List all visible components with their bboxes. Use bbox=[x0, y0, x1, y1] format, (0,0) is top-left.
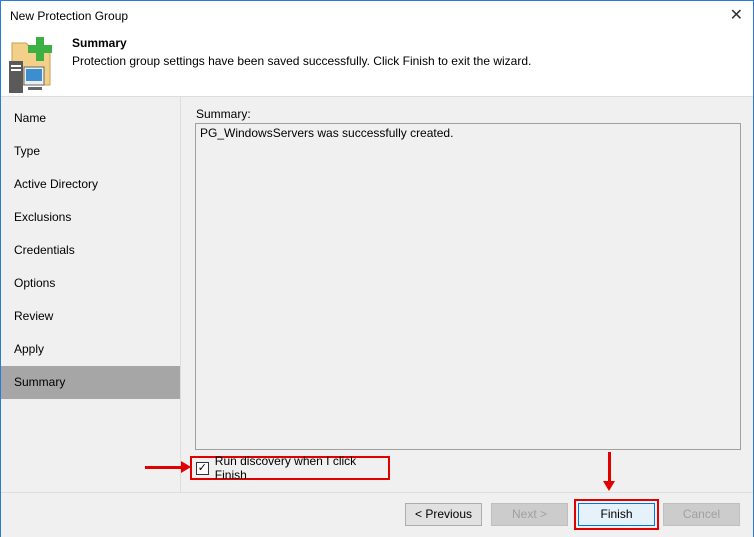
step-summary[interactable]: Summary bbox=[1, 366, 180, 399]
step-exclusions[interactable]: Exclusions bbox=[1, 201, 180, 234]
wizard-steps: Name Type Active Directory Exclusions Cr… bbox=[1, 97, 181, 493]
step-options[interactable]: Options bbox=[1, 267, 180, 300]
arrow-right-icon bbox=[145, 461, 191, 473]
cancel-button[interactable]: Cancel bbox=[663, 503, 740, 526]
step-type[interactable]: Type bbox=[1, 135, 180, 168]
checkbox-check-icon[interactable]: ✓ bbox=[196, 461, 209, 475]
run-discovery-label: Run discovery when I click Finish bbox=[214, 454, 357, 482]
step-review[interactable]: Review bbox=[1, 300, 180, 333]
close-button[interactable]: ✕ bbox=[730, 5, 743, 25]
wizard-window: New Protection Group ✕ Summary Protectio… bbox=[0, 0, 754, 537]
header-title: Summary bbox=[72, 36, 127, 50]
run-discovery-checkbox[interactable]: ✓ Run discovery when I click Finish bbox=[190, 454, 390, 482]
step-apply[interactable]: Apply bbox=[1, 333, 180, 366]
summary-text: PG_WindowsServers was successfully creat… bbox=[200, 126, 454, 140]
finish-button[interactable]: Finish bbox=[578, 503, 655, 526]
previous-button[interactable]: < Previous bbox=[405, 503, 482, 526]
header-subtitle: Protection group settings have been save… bbox=[72, 54, 532, 68]
protection-group-icon bbox=[9, 37, 52, 93]
summary-label: Summary: bbox=[196, 107, 251, 121]
summary-textbox[interactable]: PG_WindowsServers was successfully creat… bbox=[195, 123, 741, 450]
step-credentials[interactable]: Credentials bbox=[1, 234, 180, 267]
window-title: New Protection Group bbox=[10, 9, 129, 23]
next-button[interactable]: Next > bbox=[491, 503, 568, 526]
step-name[interactable]: Name bbox=[1, 102, 180, 135]
arrow-down-icon bbox=[603, 452, 615, 491]
step-active-directory[interactable]: Active Directory bbox=[1, 168, 180, 201]
